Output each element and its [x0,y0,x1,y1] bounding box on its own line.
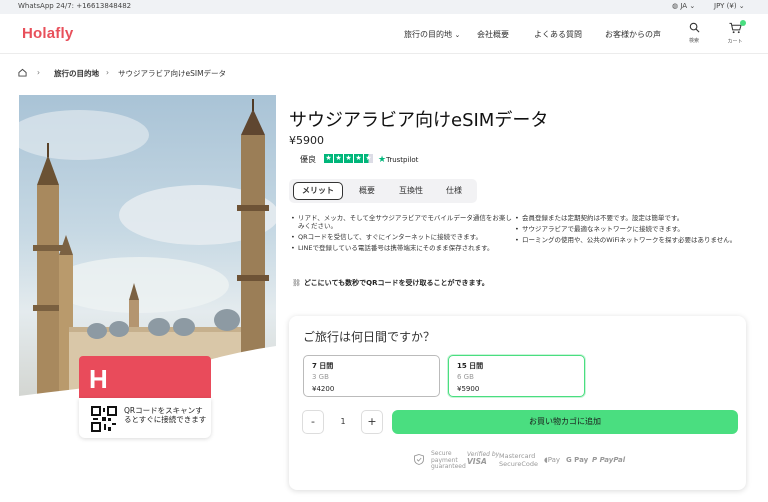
home-icon[interactable] [18,68,27,79]
trustpilot-label: Trustpilot [386,156,419,164]
language-selector[interactable]: ◍ JA ⌄ [672,2,695,10]
currency-value: JPY (¥) [714,2,737,10]
qr-note-text: どこにいても数秒でQRコードを受け取ることができます。 [303,279,489,287]
verified-by-visa-badge: Verified by VISA [467,451,499,466]
language-value: JA [680,2,688,10]
nav-destinations[interactable]: 旅行の目的地 ⌄ [404,29,460,40]
chevron-down-icon: ⌄ [454,31,461,39]
list-item: QRコードを受信して、すぐにインターネットに接続できます。 [291,233,513,241]
star-icon: ★ [334,154,343,163]
list-item: サウジアラビアで最適なネットワークに接続できます。 [515,225,737,233]
globe-icon: ◍ [672,2,679,10]
search-button[interactable]: 検索 [681,22,707,44]
qr-scan-card: QRコードをスキャンするとすぐに接続できます [79,398,211,438]
quantity-decrease-button[interactable]: - [302,410,324,434]
tab-overview[interactable]: 概要 [359,185,375,196]
list-item: リアド、メッカ、そして全サウジアラビアでモバイルデータ通信をお楽しみください。 [291,214,513,230]
paypal-icon: P [592,456,598,464]
add-to-cart-button[interactable]: お買い物カゴに追加 [392,410,738,434]
plan-data: 6 GB [457,373,474,381]
qr-caption: QRコードをスキャンするとすぐに接続できます [124,406,207,424]
nav-reviews[interactable]: お客様からの声 [605,29,661,40]
apple-pay-badge: ◖Pay [544,456,560,464]
list-item: 会員登録または定期契約は不要です。設定は簡単です。 [515,214,737,222]
search-icon [689,22,699,33]
rating-stars: ★ ★ ★ ★ ★ [324,154,374,164]
tab-compatibility[interactable]: 互換性 [399,185,423,196]
plan-price: ¥5900 [457,385,480,393]
plan-days: 15 日間 [457,362,484,370]
star-icon: ★ [324,154,333,163]
currency-selector[interactable]: JPY (¥) ⌄ [714,2,745,10]
secure-line-3: guaranteed [431,463,466,470]
list-item: ローミングの使用や、公共のWiFiネットワークを探す必要はありません。 [515,236,737,244]
breadcrumb-separator-icon: › [37,68,40,77]
rating-label: 優良 [300,155,316,164]
plan-option-15-days[interactable]: 15 日間 6 GB ¥5900 [448,355,585,397]
plan-data: 3 GB [312,373,329,381]
cart-label: カート [727,39,743,45]
star-half-icon: ★ [364,154,373,163]
list-item: LINEで登録している電話番号は携帯端末にそのまま保存されます。 [291,244,513,252]
top-bar: WhatsApp 24/7: +16613848482 ◍ JA ⌄ JPY (… [0,0,768,14]
search-label: 検索 [688,38,699,44]
cart-button[interactable]: カート [722,20,748,45]
paypal-label: PayPal [599,456,626,464]
chevron-down-icon: ⌄ [738,2,745,10]
breadcrumb-separator-icon: › [106,68,109,77]
benefits-list-left: リアド、メッカ、そして全サウジアラビアでモバイルデータ通信をお楽しみください。 … [291,214,513,255]
holafly-h-icon: H [89,364,108,394]
star-icon: ★ [354,154,363,163]
plan-price: ¥4200 [312,385,335,393]
product-tabs: メリット 概要 互換性 仕様 [289,179,477,203]
apple-pay-label: Pay [547,456,561,464]
nav-faq[interactable]: よくある質問 [534,29,582,40]
trustpilot-star-icon: ★ [378,155,387,165]
nav-destinations-label: 旅行の目的地 [404,30,452,39]
trip-duration-question: ご旅行は何日間ですか？ [303,330,436,344]
star-icon: ★ [344,154,353,163]
paypal-badge: P PayPal [592,456,625,464]
product-title: サウジアラビア向けeSIMデータ [289,110,549,131]
benefits-list-right: 会員登録または定期契約は不要です。設定は簡単です。 サウジアラビアで最適なネット… [515,214,737,247]
quantity-value: 1 [340,417,346,426]
mastercard-line-2: SecureCode [499,459,538,468]
mastercard-securecode-badge: Mastercard SecureCode [499,453,538,468]
whatsapp-contact[interactable]: WhatsApp 24/7: +16613848482 [18,2,131,10]
trustpilot-logo[interactable]: ★Trustpilot [378,155,418,165]
plan-days: 7 日間 [312,362,334,370]
secure-payment-badge: Secure payment guaranteed [431,450,466,471]
shield-icon [414,454,424,467]
nav-about[interactable]: 会社概要 [477,29,509,40]
cart-badge [740,20,746,26]
visa-line-2: VISA [467,456,487,466]
plan-option-7-days[interactable]: 7 日間 3 GB ¥4200 [303,355,440,397]
breadcrumb-destinations[interactable]: 旅行の目的地 [54,68,99,79]
breadcrumb-current: サウジアラビア向けeSIMデータ [118,69,227,78]
site-header: Holafly 旅行の目的地 ⌄ 会社概要 よくある質問 お客様からの声 検索 … [0,14,768,54]
link-icon: ⛓ [292,279,301,287]
qr-code-icon [91,406,117,432]
tab-specs[interactable]: 仕様 [446,185,462,196]
product-price: ¥5900 [289,134,324,147]
holafly-logo[interactable]: Holafly [22,25,73,42]
google-pay-badge: G Pay [566,456,589,464]
quantity-increase-button[interactable]: + [361,410,383,434]
qr-delivery-note: ⛓ どこにいても数秒でQRコードを受け取ることができます。 [292,278,489,288]
chevron-down-icon: ⌄ [689,2,696,10]
tab-benefits[interactable]: メリット [293,182,343,200]
